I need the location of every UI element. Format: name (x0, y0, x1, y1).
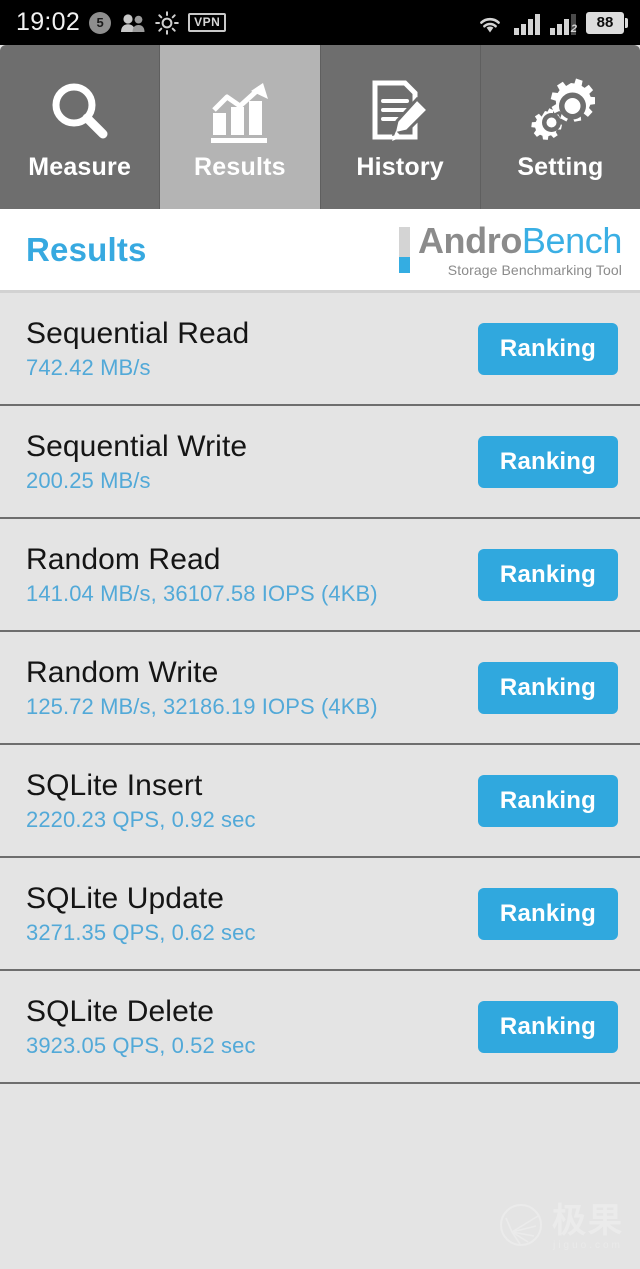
table-row[interactable]: SQLite Delete 3923.05 QPS, 0.52 sec Rank… (0, 971, 640, 1084)
battery-icon: 88 (586, 11, 628, 34)
result-value: 742.42 MB/s (26, 354, 151, 380)
page-header: Results AndroBench Storage Benchmarking … (0, 209, 640, 293)
result-texts: Random Read 141.04 MB/s, 36107.58 IOPS (… (26, 544, 478, 605)
table-row[interactable]: Sequential Write 200.25 MB/s Ranking (0, 406, 640, 519)
result-title: Random Write (26, 656, 219, 690)
table-row[interactable]: SQLite Update 3271.35 QPS, 0.62 sec Rank… (0, 858, 640, 971)
ranking-button[interactable]: Ranking (477, 661, 618, 714)
result-texts: SQLite Update 3271.35 QPS, 0.62 sec (26, 883, 478, 944)
table-row[interactable]: Random Write 125.72 MB/s, 32186.19 IOPS … (0, 632, 640, 745)
gears-icon (525, 75, 596, 149)
androbench-logo: AndroBench Storage Benchmarking Tool (398, 219, 622, 278)
bar-chart-icon (205, 75, 275, 149)
table-row[interactable]: Random Read 141.04 MB/s, 36107.58 IOPS (… (0, 519, 640, 632)
status-bar: 19:02 5 VPN 2 88 (0, 0, 640, 45)
result-value: 141.04 MB/s, 36107.58 IOPS (4KB) (26, 580, 378, 606)
result-value: 3271.35 QPS, 0.62 sec (26, 919, 256, 945)
result-title: SQLite Update (26, 882, 225, 916)
wifi-icon (476, 12, 504, 34)
result-title: Random Read (26, 543, 221, 577)
logo-andro: Andro (417, 219, 522, 261)
logo-wordmark: AndroBench (417, 219, 622, 261)
signal-bars-icon (514, 11, 540, 35)
tab-setting[interactable]: Setting (480, 45, 640, 209)
tab-results[interactable]: Results (160, 45, 321, 209)
result-title: Sequential Read (26, 317, 250, 351)
status-bar-left: 19:02 5 VPN (16, 10, 476, 35)
clock: 19:02 (16, 8, 81, 36)
page-title: Results (26, 231, 147, 268)
result-value: 125.72 MB/s, 32186.19 IOPS (4KB) (26, 693, 378, 719)
table-row[interactable]: Sequential Read 742.42 MB/s Ranking (0, 293, 640, 406)
result-texts: SQLite Insert 2220.23 QPS, 0.92 sec (26, 770, 478, 831)
signal-bars-sim2-icon: 2 (550, 11, 577, 35)
result-value: 3923.05 QPS, 0.52 sec (26, 1032, 256, 1058)
logo-bench: Bench (521, 219, 622, 261)
androbench-app: 19:02 5 VPN 2 88 Measure Results History… (0, 0, 640, 1269)
vpn-indicator: VPN (188, 13, 227, 32)
result-value: 2220.23 QPS, 0.92 sec (26, 806, 256, 832)
result-texts: Random Write 125.72 MB/s, 32186.19 IOPS … (26, 657, 478, 718)
battery-level: 88 (586, 11, 624, 34)
ranking-button[interactable]: Ranking (477, 548, 618, 601)
ranking-button[interactable]: Ranking (477, 774, 618, 827)
ranking-button[interactable]: Ranking (477, 435, 618, 488)
result-texts: Sequential Write 200.25 MB/s (26, 431, 478, 492)
battery-cap (625, 17, 628, 28)
result-value: 200.25 MB/s (26, 467, 151, 493)
logo-tagline: Storage Benchmarking Tool (447, 261, 622, 278)
brightness-icon (155, 10, 179, 35)
result-texts: Sequential Read 742.42 MB/s (26, 318, 478, 379)
sim-slot-label: 2 (570, 22, 577, 35)
result-title: SQLite Delete (26, 995, 215, 1029)
contacts-icon (120, 13, 146, 33)
tab-results-label: Results (194, 152, 286, 181)
result-title: Sequential Write (26, 430, 248, 464)
results-list: Sequential Read 742.42 MB/s Ranking Sequ… (0, 293, 640, 1269)
tab-measure[interactable]: Measure (0, 45, 161, 209)
status-bar-right: 2 88 (476, 11, 628, 35)
tab-history-label: History (356, 152, 444, 181)
result-texts: SQLite Delete 3923.05 QPS, 0.52 sec (26, 996, 478, 1057)
document-pencil-icon (365, 75, 435, 149)
ranking-button[interactable]: Ranking (477, 322, 618, 375)
tab-history[interactable]: History (320, 45, 481, 209)
tab-setting-label: Setting (517, 152, 604, 181)
notification-count-badge: 5 (89, 11, 112, 34)
logo-text: AndroBench Storage Benchmarking Tool (417, 219, 622, 278)
ranking-button[interactable]: Ranking (477, 887, 618, 940)
table-row[interactable]: SQLite Insert 2220.23 QPS, 0.92 sec Rank… (0, 745, 640, 858)
magnifier-icon (45, 75, 115, 149)
logo-bar-icon (398, 226, 410, 273)
main-tab-bar: Measure Results History Setting (0, 45, 640, 209)
result-title: SQLite Insert (26, 769, 203, 803)
tab-measure-label: Measure (28, 152, 132, 181)
ranking-button[interactable]: Ranking (477, 1000, 618, 1053)
